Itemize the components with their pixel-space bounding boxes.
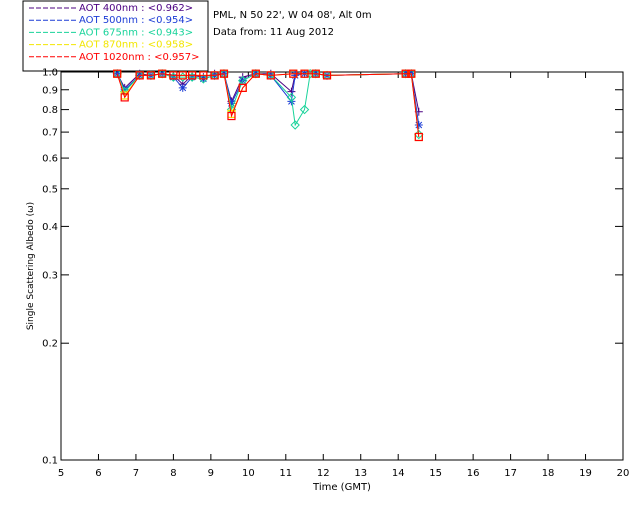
x-tick-label: 8 xyxy=(170,468,176,479)
x-tick-label: 6 xyxy=(95,468,101,479)
info-line-location: PML, N 50 22', W 04 08', Alt 0m xyxy=(213,10,372,21)
x-tick-label: 11 xyxy=(279,468,292,479)
y-tick-label: 0.1 xyxy=(42,456,58,467)
x-tick-label: 7 xyxy=(133,468,139,479)
y-tick-label: 0.3 xyxy=(42,270,58,281)
data-point xyxy=(113,69,122,78)
x-tick-label: 5 xyxy=(58,468,64,479)
info-line-date: Data from: 11 Aug 2012 xyxy=(213,27,334,38)
y-tick-label: 0.7 xyxy=(42,128,58,139)
x-tick-label: 12 xyxy=(317,468,330,479)
x-tick-label: 14 xyxy=(392,468,405,479)
x-tick-label: 15 xyxy=(429,468,442,479)
y-tick-label: 0.8 xyxy=(42,105,58,116)
y-axis-label: Single Scattering Albedo (ω) xyxy=(26,202,36,330)
series-line xyxy=(116,73,420,126)
series-3 xyxy=(113,69,423,142)
series-2 xyxy=(112,68,424,140)
series-line xyxy=(116,73,420,138)
x-tick-label: 18 xyxy=(542,468,555,479)
axes: 5 6 7 8 9 10 11 12 13 14 15 16 17 18 19 20 0.1 0.2 0.3 0.4 0… xyxy=(42,68,629,480)
x-tick-label: 9 xyxy=(208,468,214,479)
legend-entry: AOT 870nm : <0.958> xyxy=(79,40,193,51)
y-tick-label: 0.9 xyxy=(42,85,58,96)
series-4 xyxy=(113,69,423,142)
x-tick-label: 19 xyxy=(579,468,592,479)
legend-entry: AOT 400nm : <0.962> xyxy=(79,3,193,14)
legend-entry: AOT 1020nm : <0.957> xyxy=(79,52,199,63)
data-point xyxy=(414,121,423,130)
y-tick-label: 0.5 xyxy=(42,184,58,195)
y-tick-label: 0.6 xyxy=(42,154,58,165)
x-tick-label: 10 xyxy=(242,468,255,479)
chart: AOT 400nm : <0.962>AOT 500nm : <0.954>AO… xyxy=(22,0,629,493)
y-tick-label: 0.4 xyxy=(42,222,58,233)
series-line xyxy=(116,73,420,138)
x-tick-label: 13 xyxy=(354,468,367,479)
plot-frame xyxy=(60,71,624,461)
x-tick-label: 20 xyxy=(617,468,630,479)
legend-entry: AOT 500nm : <0.954> xyxy=(79,15,193,26)
legend-entry: AOT 675nm : <0.943> xyxy=(79,27,193,38)
x-axis-label: Time (GMT) xyxy=(312,482,371,493)
y-tick-label: 1.0 xyxy=(42,68,58,79)
series-line xyxy=(116,73,420,135)
data-point xyxy=(291,71,300,80)
data-point xyxy=(178,83,187,92)
y-tick-label: 0.2 xyxy=(42,339,58,350)
legend: AOT 400nm : <0.962>AOT 500nm : <0.954>AO… xyxy=(22,0,209,72)
series-group xyxy=(112,68,424,142)
x-tick-label: 16 xyxy=(467,468,480,479)
x-tick-label: 17 xyxy=(504,468,517,479)
